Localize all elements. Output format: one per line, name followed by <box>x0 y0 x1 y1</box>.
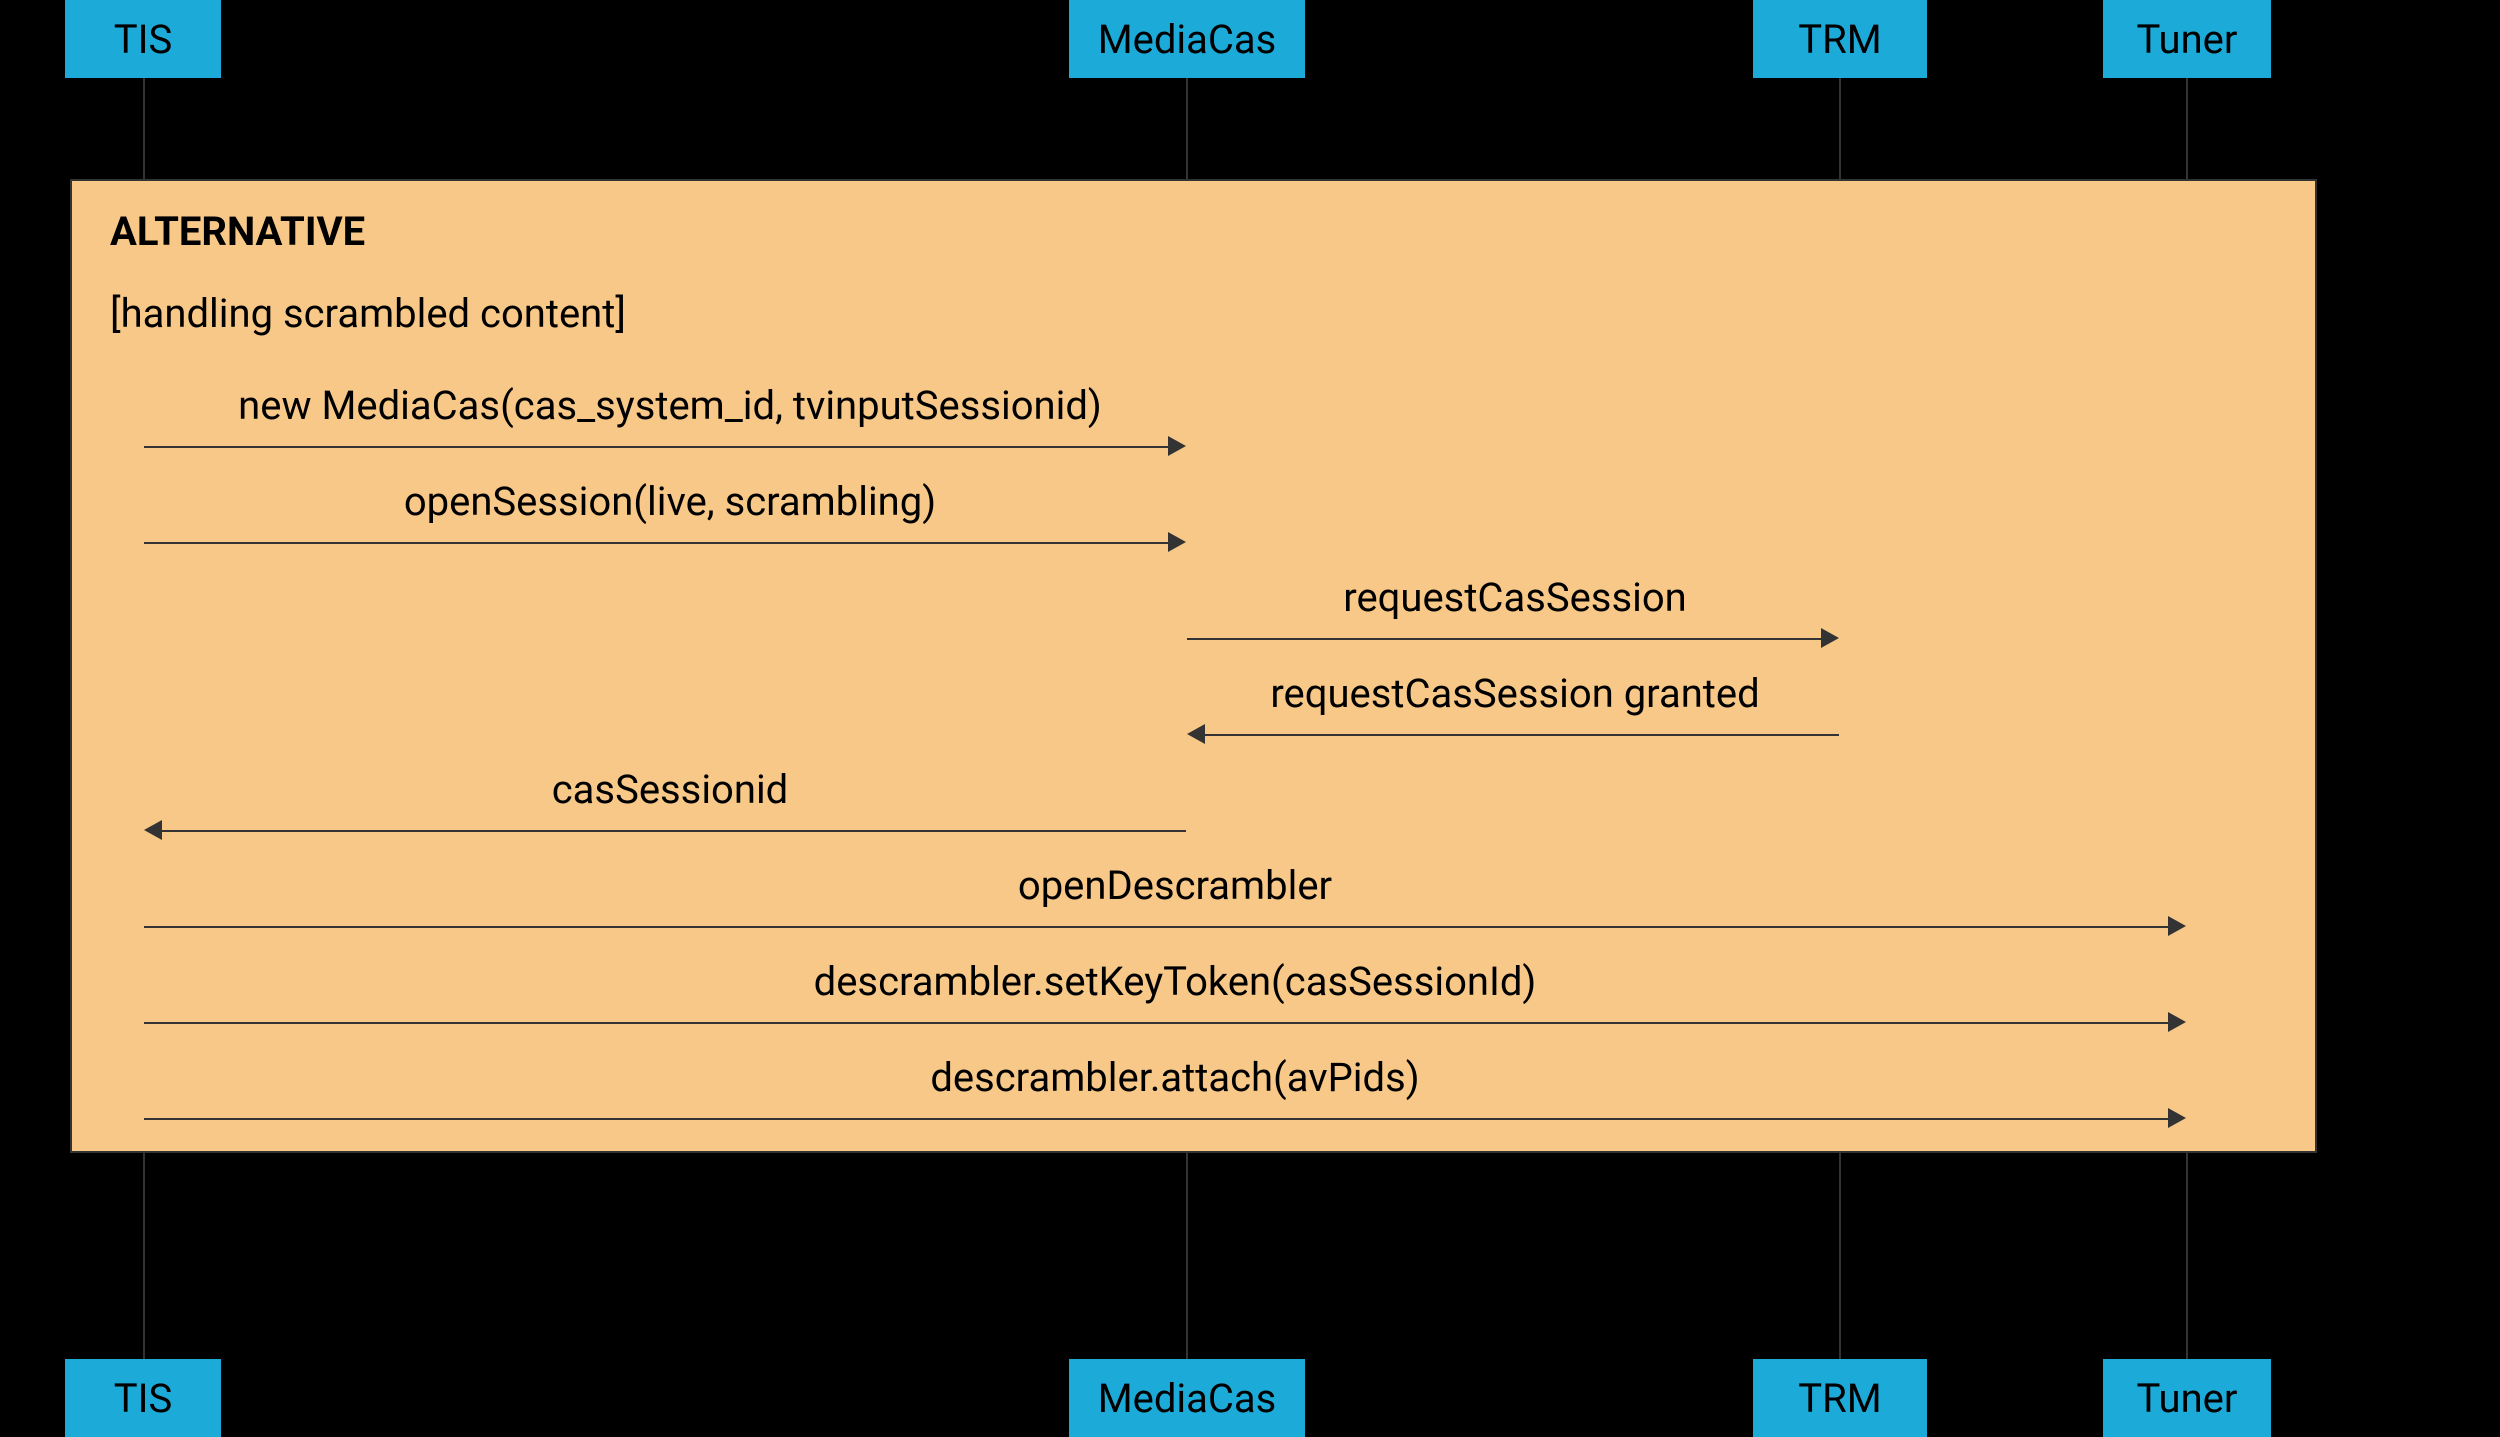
arrow-line <box>144 542 1168 544</box>
participant-mediacas-top: MediaCas <box>1069 0 1305 78</box>
arrow-head-right-icon <box>2168 916 2186 936</box>
arrow-line <box>144 1022 2168 1024</box>
participant-label: TIS <box>114 1375 173 1422</box>
message-descrambler-attach: descrambler.attach(avPids) <box>180 1054 2170 1101</box>
arrow-head-right-icon <box>1168 436 1186 456</box>
participant-tis-top: TIS <box>65 0 221 78</box>
message-set-key-token: descrambler.setKeyToken(casSessionId) <box>180 958 2170 1005</box>
participant-mediacas-bottom: MediaCas <box>1069 1359 1305 1437</box>
arrow-head-right-icon <box>1821 628 1839 648</box>
message-new-mediacas: new MediaCas(cas_system_id, tvinputSessi… <box>180 382 1160 429</box>
participant-tis-bottom: TIS <box>65 1359 221 1437</box>
arrow-line <box>1205 734 1839 736</box>
alt-fragment-title: ALTERNATIVE <box>110 208 365 255</box>
participant-label: TRM <box>1798 1375 1881 1422</box>
participant-label: MediaCas <box>1098 16 1277 63</box>
participant-label: MediaCas <box>1098 1375 1277 1422</box>
arrow-line <box>144 1118 2168 1120</box>
participant-label: TIS <box>114 16 173 63</box>
participant-trm-top: TRM <box>1753 0 1927 78</box>
alt-fragment-condition: [handling scrambled content] <box>110 290 626 337</box>
message-cas-session-id: casSessionid <box>180 766 1160 813</box>
participant-label: TRM <box>1798 16 1881 63</box>
arrow-head-right-icon <box>2168 1108 2186 1128</box>
arrow-line <box>144 926 2168 928</box>
participant-label: Tuner <box>2137 16 2238 63</box>
participant-tuner-top: Tuner <box>2103 0 2271 78</box>
message-open-descrambler: openDescrambler <box>180 862 2170 909</box>
message-request-cas-session: requestCasSession <box>1200 574 1830 621</box>
arrow-line <box>144 446 1168 448</box>
arrow-head-left-icon <box>144 820 162 840</box>
arrow-head-right-icon <box>1168 532 1186 552</box>
message-request-cas-session-granted: requestCasSession granted <box>1200 670 1830 717</box>
arrow-head-left-icon <box>1187 724 1205 744</box>
participant-label: Tuner <box>2137 1375 2238 1422</box>
arrow-line <box>162 830 1186 832</box>
message-open-session: openSession(live, scrambling) <box>180 478 1160 525</box>
participant-trm-bottom: TRM <box>1753 1359 1927 1437</box>
participant-tuner-bottom: Tuner <box>2103 1359 2271 1437</box>
arrow-line <box>1187 638 1821 640</box>
arrow-head-right-icon <box>2168 1012 2186 1032</box>
